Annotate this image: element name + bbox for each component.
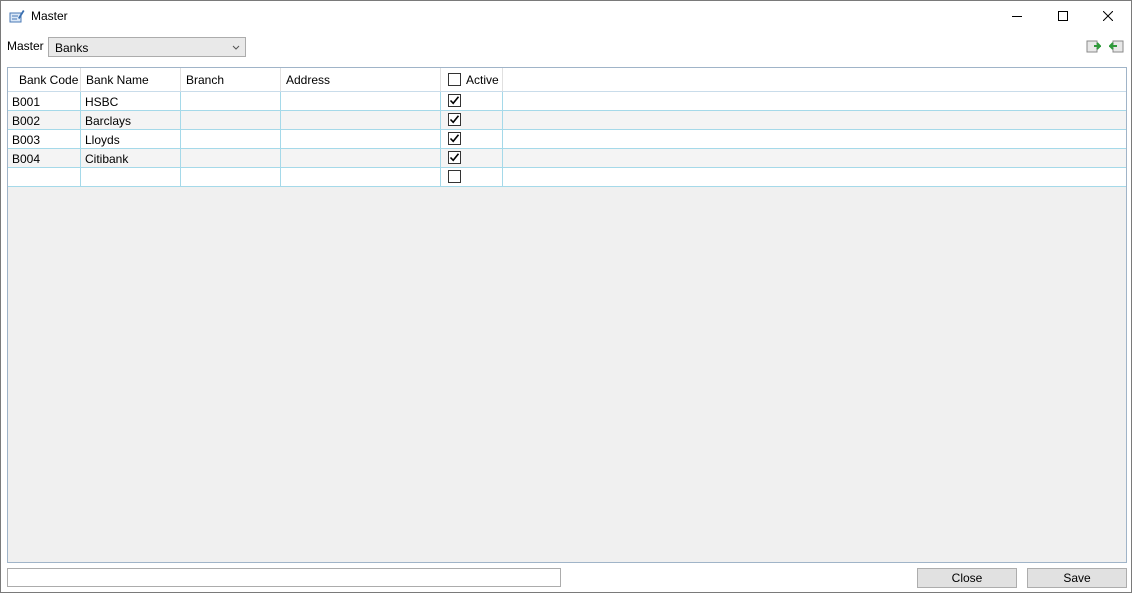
cell-bank-code[interactable]: B003 <box>8 130 81 148</box>
app-edit-icon <box>9 8 25 24</box>
master-window: Master Master Banks Bank Code Bank Name … <box>0 0 1132 593</box>
column-header-active[interactable]: Active <box>441 68 503 91</box>
window-title: Master <box>31 9 68 23</box>
cell-bank-code-text: B003 <box>12 133 41 147</box>
status-input[interactable] <box>7 568 561 587</box>
cell-branch[interactable] <box>181 130 281 148</box>
cell-bank-name-text: Barclays <box>85 114 132 128</box>
active-checkbox[interactable] <box>448 132 461 145</box>
master-label: Master <box>7 39 44 53</box>
cell-bank-name[interactable]: Barclays <box>81 111 181 129</box>
bank-grid[interactable]: Bank Code Bank Name Branch Address Activ… <box>7 67 1127 563</box>
import-button[interactable] <box>1085 38 1103 54</box>
active-checkbox[interactable] <box>448 170 461 183</box>
cell-bank-code[interactable]: B004 <box>8 149 81 167</box>
cell-address[interactable] <box>281 130 441 148</box>
cell-active[interactable] <box>441 92 503 110</box>
title-bar: Master <box>1 1 1131 31</box>
cell-bank-code[interactable] <box>8 168 81 186</box>
cell-bank-name-text: HSBC <box>85 95 119 109</box>
active-checkbox[interactable] <box>448 151 461 164</box>
master-select[interactable]: Banks <box>48 37 246 57</box>
cell-bank-name[interactable]: Citibank <box>81 149 181 167</box>
active-checkbox[interactable] <box>448 94 461 107</box>
cell-bank-code-text: B004 <box>12 152 41 166</box>
cell-branch[interactable] <box>181 149 281 167</box>
cell-address[interactable] <box>281 111 441 129</box>
save-button[interactable]: Save <box>1027 568 1127 588</box>
active-checkbox[interactable] <box>448 113 461 126</box>
cell-active[interactable] <box>441 168 503 186</box>
cell-bank-name[interactable]: Lloyds <box>81 130 181 148</box>
table-row[interactable]: B002 Barclays <box>8 111 1126 130</box>
cell-branch[interactable] <box>181 111 281 129</box>
table-row[interactable]: B003 Lloyds <box>8 130 1126 149</box>
column-header-branch[interactable]: Branch <box>181 68 281 91</box>
cell-bank-code[interactable]: B002 <box>8 111 81 129</box>
master-select-value: Banks <box>55 41 89 55</box>
column-header-bank-name[interactable]: Bank Name <box>81 68 181 91</box>
cell-bank-name[interactable] <box>81 168 181 186</box>
cell-address[interactable] <box>281 92 441 110</box>
new-row[interactable] <box>8 168 1126 187</box>
import-icon <box>1086 40 1103 53</box>
chevron-down-icon <box>231 42 241 52</box>
column-header-bank-code[interactable]: Bank Code <box>8 68 81 91</box>
cell-address[interactable] <box>281 149 441 167</box>
close-window-button[interactable] <box>1085 1 1131 31</box>
cell-bank-name-text: Citibank <box>85 152 129 166</box>
maximize-button[interactable] <box>1040 1 1086 31</box>
column-header-address[interactable]: Address <box>281 68 441 91</box>
cell-branch[interactable] <box>181 168 281 186</box>
cell-active[interactable] <box>441 130 503 148</box>
cell-bank-code-text: B002 <box>12 114 41 128</box>
cell-active[interactable] <box>441 149 503 167</box>
minimize-button[interactable] <box>994 1 1040 31</box>
cell-bank-code[interactable]: B001 <box>8 92 81 110</box>
table-row[interactable]: B004 Citibank <box>8 149 1126 168</box>
cell-bank-name[interactable]: HSBC <box>81 92 181 110</box>
cell-bank-code-text: B001 <box>12 95 41 109</box>
close-button[interactable]: Close <box>917 568 1017 588</box>
select-all-active-checkbox[interactable] <box>448 73 461 86</box>
table-row[interactable]: B001 HSBC <box>8 92 1126 111</box>
cell-bank-name-text: Lloyds <box>85 133 120 147</box>
grid-header: Bank Code Bank Name Branch Address Activ… <box>8 68 1126 92</box>
cell-active[interactable] <box>441 111 503 129</box>
cell-branch[interactable] <box>181 92 281 110</box>
export-button[interactable] <box>1107 38 1125 54</box>
cell-address[interactable] <box>281 168 441 186</box>
export-icon <box>1107 40 1124 53</box>
